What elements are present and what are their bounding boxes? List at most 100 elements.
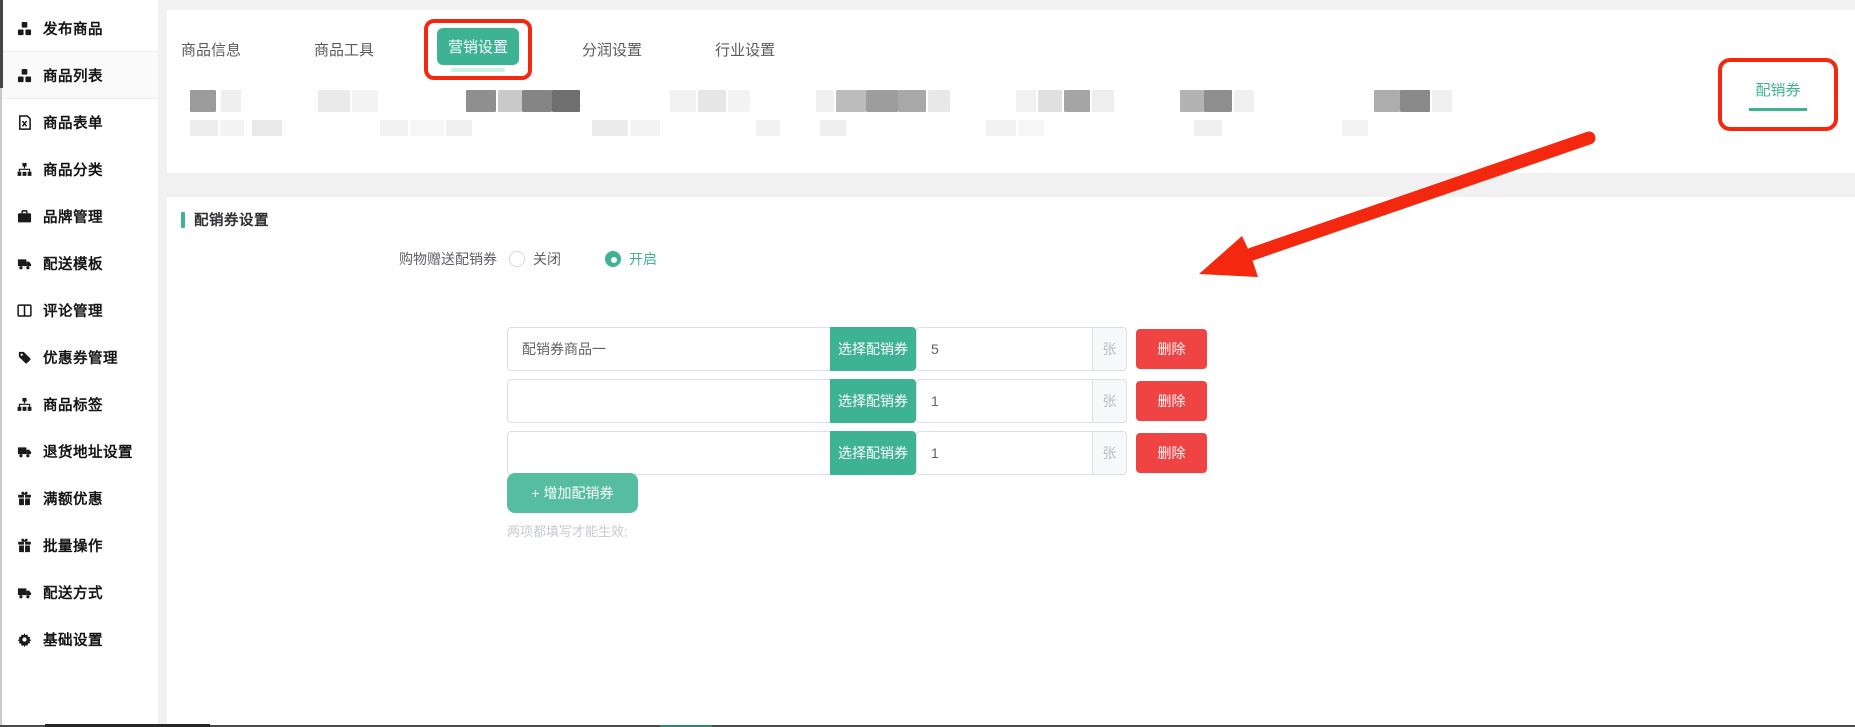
gift-coupon-label: 购物赠送配销券	[167, 249, 497, 269]
section-title-row: 配销券设置	[181, 209, 269, 230]
sidebar-item[interactable]: 满额优惠	[0, 475, 158, 522]
gift-icon	[17, 538, 32, 553]
sidebar-scrollbar-track	[0, 88, 2, 727]
sidebar-item[interactable]: 配送模板	[0, 240, 158, 287]
redacted-item	[220, 120, 244, 136]
sidebar-item[interactable]: 配送方式	[0, 569, 158, 616]
redacted-item	[728, 90, 750, 112]
coupon-rows: 选择配销券 张 删除 选择配销券 张 删除 选择配销券 张 删除	[507, 327, 1207, 483]
cubes-icon	[17, 68, 32, 83]
coupon-row: 选择配销券 张 删除	[507, 379, 1207, 423]
coupon-product-input[interactable]	[507, 327, 830, 371]
sidebar-item[interactable]: 基础设置	[0, 616, 158, 663]
redacted-item	[630, 120, 660, 136]
coupon-settings-panel: 配销券设置 购物赠送配销券 关闭 开启 选择配销券 张 删除 选择配销券 张 删…	[167, 197, 1855, 727]
redacted-item	[928, 90, 950, 112]
redacted-item	[522, 90, 552, 112]
sidebar-item-label: 品牌管理	[43, 206, 103, 227]
redacted-item	[866, 90, 898, 112]
coupon-count-input[interactable]	[916, 379, 1092, 423]
redacted-item	[1016, 90, 1036, 112]
sidebar-item[interactable]: 优惠券管理	[0, 334, 158, 381]
select-coupon-button[interactable]: 选择配销券	[830, 431, 916, 475]
redacted-item	[820, 120, 846, 136]
annotation-box-marketing-tab: 营销设置	[424, 19, 532, 80]
add-coupon-button[interactable]: + 增加配销券	[507, 473, 638, 513]
gift-coupon-radio-row: 购物赠送配销券 关闭 开启	[167, 249, 657, 269]
select-coupon-button[interactable]: 选择配销券	[830, 327, 916, 371]
redacted-item	[986, 120, 1016, 136]
coupon-count-input[interactable]	[916, 431, 1092, 475]
redacted-item	[1194, 120, 1222, 136]
sidebar-item[interactable]: 品牌管理	[0, 193, 158, 240]
redacted-item	[190, 90, 216, 112]
sidebar-nav: 发布商品商品列表商品表单商品分类品牌管理配送模板评论管理优惠券管理商品标签退货地…	[0, 0, 158, 663]
subtab-distribution-coupon[interactable]: 配销券	[1755, 79, 1800, 100]
redacted-item	[1092, 90, 1114, 112]
section-accent-bar	[181, 212, 185, 228]
redacted-item	[498, 90, 522, 112]
redacted-subnav-row-1	[167, 90, 1452, 112]
sidebar-item-label: 批量操作	[43, 535, 103, 556]
redacted-item	[1018, 120, 1044, 136]
subtab-active-underline	[1749, 108, 1807, 111]
section-title: 配销券设置	[194, 209, 269, 230]
sidebar: 发布商品商品列表商品表单商品分类品牌管理配送模板评论管理优惠券管理商品标签退货地…	[0, 0, 158, 727]
unit-suffix: 张	[1092, 327, 1127, 371]
annotation-box-coupon-tab: 配销券	[1718, 58, 1838, 131]
coupon-row: 选择配销券 张 删除	[507, 327, 1207, 371]
sidebar-item[interactable]: 发布商品	[0, 5, 158, 52]
sidebar-item-label: 优惠券管理	[43, 347, 118, 368]
sidebar-item[interactable]: 批量操作	[0, 522, 158, 569]
tab-industry-settings[interactable]: 行业设置	[715, 39, 775, 60]
sidebar-item-label: 商品表单	[43, 112, 103, 133]
coupon-row: 选择配销券 张 删除	[507, 431, 1207, 475]
sidebar-item[interactable]: 商品分类	[0, 146, 158, 193]
unit-suffix: 张	[1092, 431, 1127, 475]
sidebar-scrollbar-thumb[interactable]	[0, 0, 3, 88]
redacted-item	[756, 120, 780, 136]
coupon-count-input[interactable]	[916, 327, 1092, 371]
sidebar-item-label: 商品分类	[43, 159, 103, 180]
redacted-item	[380, 120, 408, 136]
radio-off-icon[interactable]	[509, 251, 525, 267]
sidebar-item[interactable]: 商品标签	[0, 381, 158, 428]
coupon-product-input[interactable]	[507, 379, 830, 423]
radio-on-label: 开启	[629, 249, 657, 269]
sitemap-icon	[17, 162, 32, 177]
tab-profit-settings[interactable]: 分润设置	[582, 39, 642, 60]
redacted-item	[221, 90, 241, 112]
delete-row-button[interactable]: 删除	[1136, 381, 1207, 421]
redacted-item	[410, 120, 444, 136]
redacted-item	[1180, 90, 1204, 112]
sidebar-item[interactable]: 评论管理	[0, 287, 158, 334]
truck-icon	[17, 585, 32, 600]
sidebar-item-label: 商品列表	[43, 65, 103, 86]
redacted-item	[1374, 90, 1400, 112]
sidebar-item[interactable]: 商品列表	[0, 52, 158, 99]
delete-row-button[interactable]: 删除	[1136, 433, 1207, 473]
redacted-item	[898, 90, 926, 112]
sidebar-item[interactable]: 商品表单	[0, 99, 158, 146]
sidebar-item-label: 评论管理	[43, 300, 103, 321]
radio-option-off[interactable]: 关闭	[509, 249, 561, 269]
redacted-item	[592, 120, 628, 136]
tab-product-tools[interactable]: 商品工具	[314, 39, 374, 60]
tab-bar: 商品信息 商品工具 营销设置 分润设置 行业设置	[167, 25, 775, 73]
columns-icon	[17, 303, 32, 318]
radio-option-on[interactable]: 开启	[605, 249, 657, 269]
redacted-item	[816, 90, 834, 112]
tab-marketing-settings[interactable]: 营销设置	[437, 28, 519, 65]
radio-on-icon[interactable]	[605, 251, 621, 267]
coupon-product-input[interactable]	[507, 431, 830, 475]
unit-suffix: 张	[1092, 379, 1127, 423]
cubes-icon	[17, 21, 32, 36]
delete-row-button[interactable]: 删除	[1136, 329, 1207, 369]
redacted-item	[190, 120, 218, 136]
redacted-item	[552, 90, 580, 112]
tab-product-info[interactable]: 商品信息	[181, 39, 241, 60]
redacted-item	[1400, 90, 1430, 112]
select-coupon-button[interactable]: 选择配销券	[830, 379, 916, 423]
sidebar-item[interactable]: 退货地址设置	[0, 428, 158, 475]
tags-icon	[17, 350, 32, 365]
